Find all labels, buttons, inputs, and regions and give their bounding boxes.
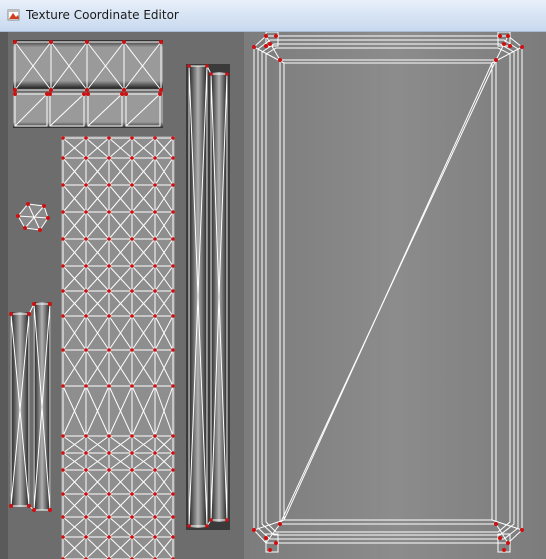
uv-island-large-panel[interactable] xyxy=(244,32,546,559)
uv-island-vertical-bars[interactable] xyxy=(186,64,230,530)
canvas-left-edge xyxy=(0,32,8,559)
uv-layout-view[interactable] xyxy=(0,32,546,559)
uv-island-tall-grid[interactable] xyxy=(61,136,175,559)
uv-island-left-strips[interactable] xyxy=(9,302,52,512)
uv-island-top-tiles[interactable] xyxy=(13,40,163,128)
uv-island-small-hexagon[interactable] xyxy=(16,202,50,232)
texture-editor-app-icon xyxy=(7,9,20,21)
texture-coordinate-editor-window: Texture Coordinate Editor xyxy=(0,0,546,559)
window-title: Texture Coordinate Editor xyxy=(26,8,179,22)
title-bar[interactable]: Texture Coordinate Editor xyxy=(0,0,546,32)
uv-editor-canvas[interactable] xyxy=(0,32,546,559)
